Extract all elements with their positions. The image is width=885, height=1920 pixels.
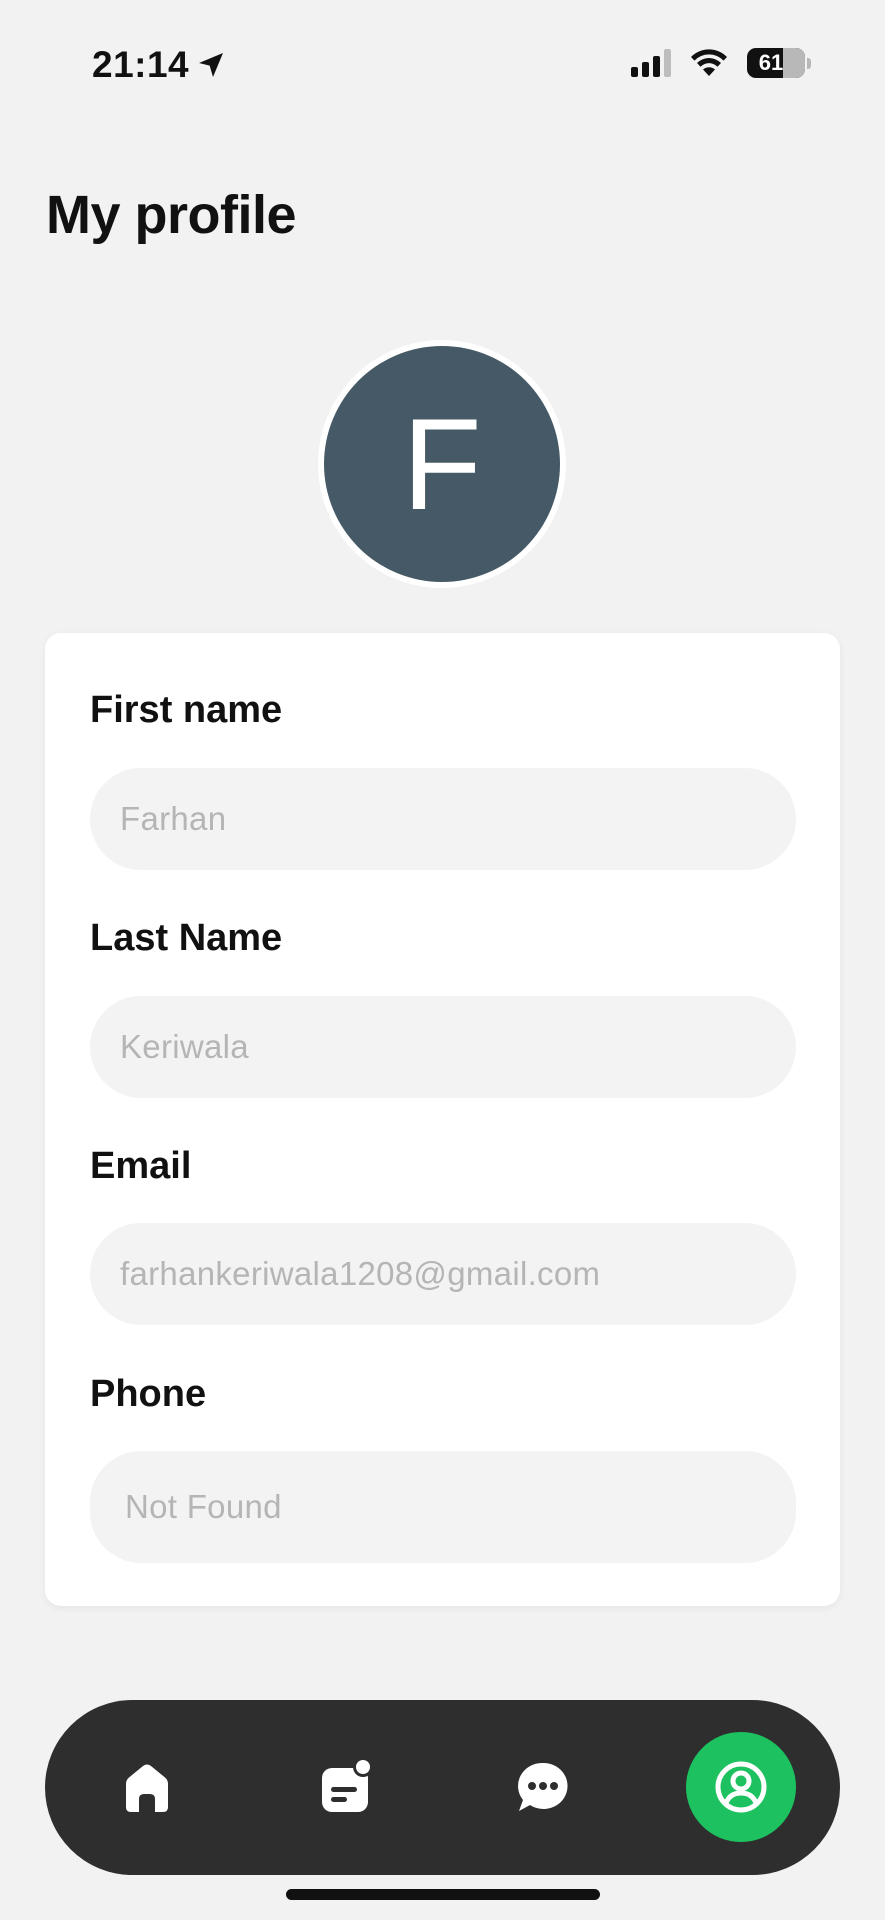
chat-bubble-icon bbox=[518, 1762, 568, 1811]
nav-chat-button[interactable] bbox=[488, 1732, 598, 1842]
battery-tip bbox=[807, 57, 811, 69]
status-indicators: 61 bbox=[631, 48, 811, 78]
status-bar: 21:14 61 bbox=[0, 0, 885, 130]
avatar-initial: F bbox=[324, 346, 560, 582]
email-field[interactable]: farhankeriwala1208@gmail.com bbox=[90, 1223, 796, 1325]
phone-label: Phone bbox=[90, 1373, 207, 1415]
status-time: 21:14 bbox=[92, 44, 190, 85]
nav-profile-button[interactable] bbox=[686, 1732, 796, 1842]
nav-home-button[interactable] bbox=[92, 1732, 202, 1842]
profile-card: First name Farhan Last Name Keriwala Ema… bbox=[45, 633, 840, 1606]
email-label: Email bbox=[90, 1145, 192, 1187]
avatar[interactable]: F bbox=[318, 340, 566, 588]
last-name-label: Last Name bbox=[90, 917, 283, 959]
first-name-label: First name bbox=[90, 689, 283, 731]
cellular-signal-icon bbox=[631, 49, 671, 77]
bottom-nav bbox=[45, 1700, 840, 1875]
phone-field[interactable]: Not Found bbox=[90, 1451, 796, 1563]
battery-percentage: 61 bbox=[758, 50, 784, 75]
profile-icon bbox=[715, 1761, 767, 1813]
wifi-icon bbox=[691, 49, 727, 76]
home-indicator[interactable] bbox=[286, 1889, 600, 1900]
page-title: My profile bbox=[46, 185, 297, 245]
home-icon bbox=[126, 1764, 168, 1812]
document-icon bbox=[322, 1757, 373, 1812]
status-time-group: 21:14 bbox=[92, 44, 227, 86]
first-name-field[interactable]: Farhan bbox=[90, 768, 796, 870]
nav-documents-button[interactable] bbox=[290, 1732, 400, 1842]
battery-icon: 61 bbox=[747, 48, 805, 78]
location-arrow-icon bbox=[199, 53, 224, 77]
last-name-field[interactable]: Keriwala bbox=[90, 996, 796, 1098]
